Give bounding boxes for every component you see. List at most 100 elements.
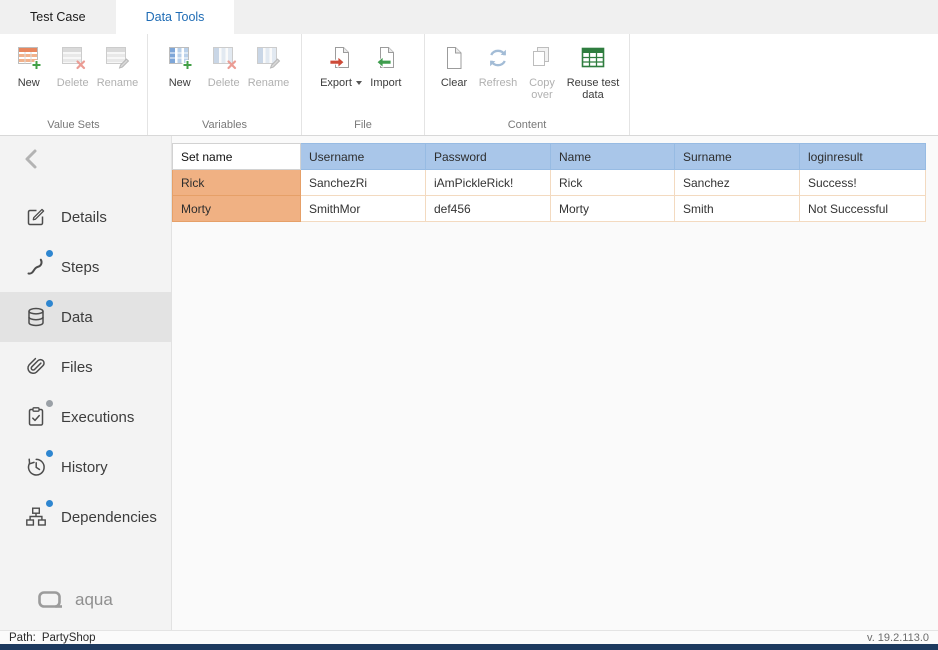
table-header-row: Set name Username Password Name Surname …: [173, 144, 926, 170]
ribbon-tab-strip: Test Case Data Tools: [0, 0, 938, 34]
sidebar-item-steps[interactable]: Steps: [0, 242, 171, 292]
steps-path-icon: [24, 255, 48, 279]
path-value: PartyShop: [42, 632, 96, 644]
variables-new-button[interactable]: New: [158, 41, 202, 91]
ribbon-group-label: Variables: [148, 119, 301, 131]
ribbon-group-value-sets: New Delete: [0, 34, 148, 135]
copy-over-button[interactable]: Copy over: [520, 41, 564, 103]
tab-data-tools[interactable]: Data Tools: [116, 0, 235, 34]
button-label: Clear: [441, 77, 467, 89]
button-label: Copy over: [522, 77, 562, 101]
set-name-cell[interactable]: Rick: [173, 170, 301, 196]
tab-test-case[interactable]: Test Case: [0, 0, 116, 34]
table-cell[interactable]: Sanchez: [675, 170, 800, 196]
table-row: Morty SmithMor def456 Morty Smith Not Su…: [173, 196, 926, 222]
edit-pencil-icon: [24, 205, 48, 229]
sidebar-item-label: Files: [61, 359, 93, 376]
columns-add-icon: [165, 43, 195, 73]
table-row: Rick SanchezRi iAmPickleRick! Rick Sanch…: [173, 170, 926, 196]
column-header-username[interactable]: Username: [301, 144, 426, 170]
table-add-icon: [14, 43, 44, 73]
button-label: Refresh: [479, 77, 518, 89]
dropdown-arrow-icon: [356, 81, 362, 85]
ribbon-group-content: Clear Refresh: [425, 34, 630, 135]
sidebar-item-label: Dependencies: [61, 509, 157, 526]
table-rename-icon: [102, 43, 132, 73]
ribbon-group-variables: New Delete: [148, 34, 302, 135]
reuse-test-data-button[interactable]: Reuse test data: [564, 41, 622, 103]
button-label: Rename: [97, 77, 139, 89]
sidebar-item-dependencies[interactable]: Dependencies: [0, 492, 171, 542]
paperclip-icon: [24, 355, 48, 379]
table-cell[interactable]: Smith: [675, 196, 800, 222]
column-header-set-name[interactable]: Set name: [173, 144, 301, 170]
ribbon-group-label: File: [302, 119, 424, 131]
sidebar-item-label: Data: [61, 309, 93, 326]
sidebar-item-label: History: [61, 459, 108, 476]
sidebar-item-history[interactable]: History: [0, 442, 171, 492]
columns-rename-icon: [253, 43, 283, 73]
table-cell[interactable]: def456: [426, 196, 551, 222]
button-label: Import: [370, 77, 401, 89]
table-cell[interactable]: Not Successful: [800, 196, 926, 222]
clear-button[interactable]: Clear: [432, 41, 476, 91]
button-label: Delete: [208, 77, 240, 89]
export-icon: [326, 43, 356, 73]
sidebar: Details Steps Data: [0, 136, 172, 630]
notification-dot: [46, 300, 53, 307]
sidebar-nav: Details Steps Data: [0, 192, 171, 542]
variables-rename-button[interactable]: Rename: [246, 41, 292, 91]
column-header-loginresult[interactable]: loginresult: [800, 144, 926, 170]
table-cell[interactable]: SanchezRi: [301, 170, 426, 196]
button-label: Delete: [57, 77, 89, 89]
sidebar-item-details[interactable]: Details: [0, 192, 171, 242]
set-name-cell[interactable]: Morty: [173, 196, 301, 222]
path-label: Path:: [9, 632, 36, 644]
table-cell[interactable]: iAmPickleRick!: [426, 170, 551, 196]
sidebar-item-executions[interactable]: Executions: [0, 392, 171, 442]
value-sets-delete-button[interactable]: Delete: [51, 41, 95, 91]
import-button[interactable]: Import: [364, 41, 408, 91]
button-label: New: [18, 77, 40, 89]
aqua-logo-text: aqua: [75, 590, 113, 610]
ribbon: New Delete: [0, 34, 938, 136]
table-cell[interactable]: Rick: [551, 170, 675, 196]
column-header-surname[interactable]: Surname: [675, 144, 800, 170]
import-icon: [371, 43, 401, 73]
refresh-button[interactable]: Refresh: [476, 41, 520, 91]
button-label: Export: [320, 77, 352, 89]
value-sets-new-button[interactable]: New: [7, 41, 51, 91]
history-clock-icon: [24, 455, 48, 479]
column-header-name[interactable]: Name: [551, 144, 675, 170]
refresh-icon: [483, 43, 513, 73]
ribbon-group-label: Content: [425, 119, 629, 131]
sidebar-item-label: Executions: [61, 409, 134, 426]
sidebar-item-data[interactable]: Data: [0, 292, 171, 342]
copy-pages-icon: [527, 43, 557, 73]
column-header-password[interactable]: Password: [426, 144, 551, 170]
button-label: Rename: [248, 77, 290, 89]
data-panel: Set name Username Password Name Surname …: [172, 136, 938, 630]
button-label: New: [169, 77, 191, 89]
database-icon: [24, 305, 48, 329]
collapse-sidebar-button[interactable]: [0, 136, 171, 180]
version-text: v. 19.2.113.0: [867, 632, 929, 644]
value-sets-rename-button[interactable]: Rename: [95, 41, 141, 91]
button-label: Reuse test data: [566, 77, 620, 101]
ribbon-group-label: Value Sets: [0, 119, 147, 131]
window-bottom-edge: [0, 644, 938, 650]
path-breadcrumb: Path: PartyShop: [9, 632, 96, 644]
aqua-logo-mark: [36, 588, 66, 612]
variables-delete-button[interactable]: Delete: [202, 41, 246, 91]
export-button[interactable]: Export: [318, 41, 364, 91]
status-bar: Path: PartyShop v. 19.2.113.0: [0, 630, 938, 644]
clear-page-icon: [439, 43, 469, 73]
notification-dot: [46, 250, 53, 257]
sidebar-item-files[interactable]: Files: [0, 342, 171, 392]
sidebar-item-label: Steps: [61, 259, 99, 276]
table-cell[interactable]: SmithMor: [301, 196, 426, 222]
columns-delete-icon: [209, 43, 239, 73]
table-cell[interactable]: Success!: [800, 170, 926, 196]
notification-dot: [46, 400, 53, 407]
table-cell[interactable]: Morty: [551, 196, 675, 222]
